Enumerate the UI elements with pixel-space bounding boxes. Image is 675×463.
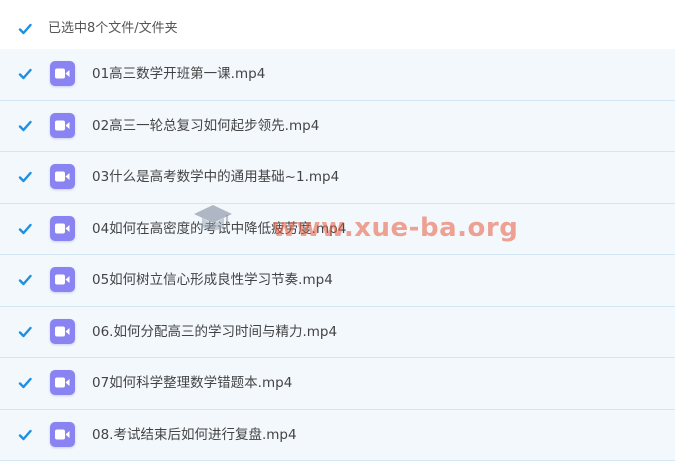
- check-icon[interactable]: [18, 119, 32, 133]
- watermark-text: www.xue-ba.org: [272, 213, 519, 243]
- select-all-checkbox[interactable]: [18, 22, 32, 36]
- file-name[interactable]: 01高三数学开班第一课.mp4: [92, 64, 265, 84]
- video-file-icon: [50, 61, 75, 86]
- file-row[interactable]: 01高三数学开班第一课.mp4: [0, 49, 675, 101]
- selection-header: 已选中8个文件/文件夹: [0, 0, 675, 50]
- file-row[interactable]: 03什么是高考数学中的通用基础~1.mp4: [0, 152, 675, 204]
- check-icon[interactable]: [18, 67, 32, 81]
- file-row[interactable]: 02高三一轮总复习如何起步领先.mp4: [0, 100, 675, 152]
- check-icon[interactable]: [18, 273, 32, 287]
- check-icon[interactable]: [18, 428, 32, 442]
- check-icon[interactable]: [18, 325, 32, 339]
- file-name[interactable]: 06.如何分配高三的学习时间与精力.mp4: [92, 322, 337, 342]
- video-file-icon: [50, 112, 75, 138]
- file-row[interactable]: 07如何科学整理数学错题本.mp4: [0, 358, 675, 410]
- file-name[interactable]: 08.考试结束后如何进行复盘.mp4: [92, 425, 297, 445]
- check-icon[interactable]: [18, 170, 32, 184]
- video-file-icon: [50, 215, 75, 241]
- file-name[interactable]: 05如何树立信心形成良性学习节奏.mp4: [92, 270, 333, 290]
- check-icon[interactable]: [18, 376, 32, 390]
- video-file-icon: [50, 164, 75, 189]
- file-name[interactable]: 07如何科学整理数学错题本.mp4: [92, 373, 292, 393]
- video-file-icon: [50, 370, 75, 395]
- file-list: 01高三数学开班第一课.mp4 02高三一轮总复习如何起步领先.mp4 03什么…: [0, 49, 675, 461]
- selection-count-text: 已选中8个文件/文件夹: [48, 21, 178, 36]
- file-row[interactable]: 06.如何分配高三的学习时间与精力.mp4: [0, 306, 675, 358]
- file-row[interactable]: 05如何树立信心形成良性学习节奏.mp4: [0, 255, 675, 307]
- video-file-icon: [50, 318, 75, 344]
- check-icon[interactable]: [18, 222, 32, 236]
- graduation-cap-icon: [194, 205, 232, 231]
- video-file-icon: [50, 267, 75, 292]
- file-name[interactable]: 03什么是高考数学中的通用基础~1.mp4: [92, 167, 339, 187]
- file-name[interactable]: 02高三一轮总复习如何起步领先.mp4: [92, 116, 319, 136]
- video-file-icon: [50, 421, 75, 447]
- file-row[interactable]: 08.考试结束后如何进行复盘.mp4: [0, 409, 675, 461]
